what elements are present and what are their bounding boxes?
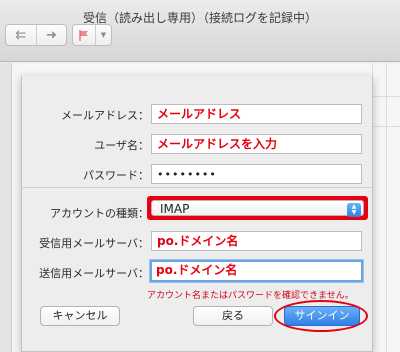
mailbox-sidebar [0,63,12,352]
password-field[interactable]: •••••••• [151,164,362,184]
list-separator [372,126,400,127]
outgoing-server-label: 送信用メールサーバ： [39,267,149,280]
account-type-value: IMAP [160,202,190,216]
account-type-highlight: IMAP ▲ ▼ [147,196,368,220]
reply-all-icon: ⇇ [15,27,27,43]
list-separator [372,96,400,97]
incoming-server-field[interactable]: po.ドメイン名 [151,231,362,251]
sign-in-highlight-ellipse [274,300,368,332]
add-account-sheet: メールアドレス： メールアドレス ユーザ名： メールアドレスを入力 パスワード：… [21,76,373,352]
flag-button[interactable] [73,25,95,45]
window-titlebar: 受信（読み出し専用）（接続ログを記録中） ⇇ ➜ ▼ [0,0,400,62]
chevron-down-icon: ▼ [100,31,107,39]
email-label: メールアドレス： [61,109,149,122]
account-type-label: アカウントの種類： [50,207,149,220]
account-type-select[interactable]: IMAP ▲ ▼ [151,200,364,217]
forward-icon: ➜ [46,27,57,43]
flag-toolbar-group: ▼ [72,24,112,46]
email-field[interactable]: メールアドレス [151,104,362,124]
pane-divider [386,63,387,352]
message-nav-toolbar-group: ⇇ ➜ [5,24,67,46]
cancel-button[interactable]: キャンセル [40,306,120,326]
back-button[interactable]: 戻る [193,306,273,326]
username-label: ユーザ名： [94,139,149,152]
outgoing-server-field[interactable]: po.ドメイン名 [150,260,363,282]
flag-menu-button[interactable]: ▼ [95,25,111,45]
section-divider [22,187,372,188]
updown-chevron-icon: ▲ ▼ [347,203,361,217]
reply-all-button[interactable]: ⇇ [6,25,36,45]
password-label: パスワード： [83,169,149,182]
flag-icon [79,29,89,41]
username-field[interactable]: メールアドレスを入力 [151,134,362,154]
forward-button[interactable]: ➜ [36,25,66,45]
incoming-server-label: 受信用メールサーバ： [39,237,149,250]
